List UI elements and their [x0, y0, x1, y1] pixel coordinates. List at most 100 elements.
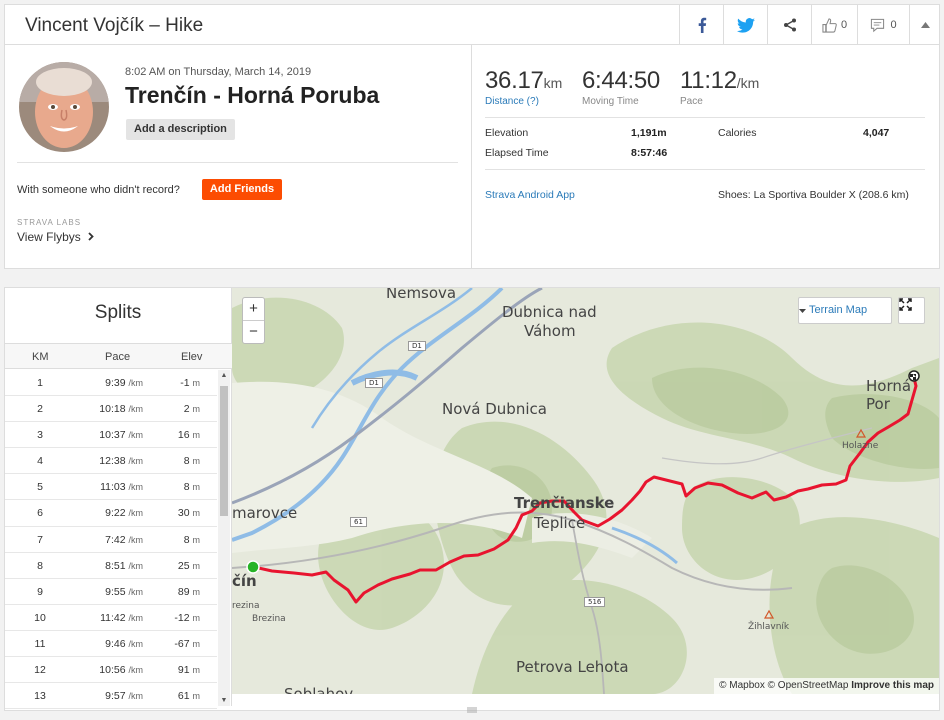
facebook-share-button[interactable] — [679, 5, 723, 45]
table-row[interactable]: 4 12:38 /km 8 m — [5, 448, 217, 475]
add-friends-button[interactable]: Add Friends — [202, 179, 282, 200]
device-app-link[interactable]: Strava Android App — [485, 189, 575, 201]
split-elev: 8 m — [183, 455, 200, 468]
elevation-value: 1,191m — [631, 127, 667, 139]
zoom-out-button[interactable]: − — [243, 321, 264, 344]
caret-down-icon — [799, 309, 806, 313]
twitter-share-button[interactable] — [723, 5, 767, 45]
title-bar: Vincent Vojčík – Hike 0 0 — [5, 5, 939, 45]
split-km: 2 — [37, 403, 43, 416]
split-pace: 11:42 /km — [100, 611, 143, 624]
map-style-label: Terrain Map — [809, 304, 868, 316]
table-row[interactable]: 12 10:56 /km 91 m — [5, 657, 217, 684]
distance-label[interactable]: Distance (?) — [485, 96, 562, 107]
split-elev: 8 m — [183, 481, 200, 494]
kudos-button[interactable]: 0 — [811, 5, 857, 45]
distance-unit: km — [543, 75, 563, 91]
table-row[interactable]: 9 9:55 /km 89 m — [5, 579, 217, 605]
distance-stat: 36.17km Distance (?) — [485, 67, 562, 107]
header-pace: Pace — [105, 351, 131, 363]
table-row[interactable]: 3 10:37 /km 16 m — [5, 422, 217, 449]
table-row[interactable]: 6 9:22 /km 30 m — [5, 500, 217, 527]
road-shield: D1 — [365, 378, 383, 388]
map-label: Brezina — [252, 614, 286, 624]
pace-value: 11:12 — [680, 67, 737, 94]
map-label: Nová Dubnica — [442, 400, 547, 418]
view-flybys-link[interactable]: View Flybys — [17, 230, 94, 244]
splits-map-panel: Splits KM Pace Elev 1 9:39 /km -1 m 2 10:18 … — [4, 287, 940, 711]
split-pace: 8:51 /km — [105, 559, 143, 572]
split-elev: -12 m — [174, 611, 200, 624]
divider — [485, 117, 925, 118]
splits-title: Splits — [94, 302, 142, 323]
map-label: Holazne — [842, 441, 879, 451]
split-pace: 9:55 /km — [105, 585, 143, 598]
split-elev: 61 m — [177, 690, 200, 703]
avatar[interactable] — [19, 62, 109, 152]
splits-table-body: 1 9:39 /km -1 m 2 10:18 /km 2 m 3 10:37 /km 16 m… — [5, 370, 217, 710]
split-km: 11 — [34, 637, 46, 650]
pace-label: Pace — [680, 96, 703, 107]
split-pace: 9:22 /km — [105, 507, 143, 520]
map-label: Žihlavník — [748, 622, 790, 632]
header-elev: Elev — [181, 351, 203, 363]
split-elev: 16 m — [177, 429, 200, 442]
table-row[interactable]: 11 9:46 /km -67 m — [5, 631, 217, 658]
split-km: 12 — [34, 664, 46, 677]
mapbox-attribution[interactable]: © Mapbox — [719, 680, 765, 691]
avatar-image — [19, 62, 109, 152]
pace-stat: 11:12/km Pace — [680, 67, 759, 107]
split-km: 10 — [34, 611, 46, 624]
table-row[interactable]: 8 8:51 /km 25 m — [5, 553, 217, 579]
facebook-icon — [698, 17, 706, 33]
activity-stats: 36.17km Distance (?) 6:44:50 Moving Time… — [473, 45, 939, 269]
split-elev: -67 m — [174, 637, 200, 650]
map-label: Petrova Lehota — [516, 658, 629, 676]
table-row[interactable]: 2 10:18 /km 2 m — [5, 396, 217, 423]
map-label: Teplice — [534, 514, 586, 532]
road-shield: 516 — [584, 597, 606, 607]
table-row[interactable]: 5 11:03 /km 8 m — [5, 474, 217, 501]
activity-details: 8:02 AM on Thursday, March 14, 2019 Tren… — [5, 45, 472, 269]
zoom-in-button[interactable]: + — [243, 298, 264, 321]
split-km: 9 — [37, 585, 43, 598]
split-km: 4 — [37, 455, 43, 468]
scroll-down-icon[interactable]: ▼ — [220, 697, 228, 704]
moving-time-stat: 6:44:50 Moving Time — [582, 67, 660, 107]
map-label: rezina — [232, 601, 260, 611]
map-style-dropdown[interactable]: Terrain Map — [798, 297, 892, 324]
split-elev: -1 m — [180, 377, 200, 389]
split-elev: 89 m — [177, 585, 200, 598]
kudos-count: 0 — [840, 19, 848, 31]
with-someone-text: With someone who didn't record? — [17, 184, 180, 196]
elapsed-time-value: 8:57:46 — [631, 147, 668, 159]
split-elev: 8 m — [183, 533, 200, 546]
moving-time-value: 6:44:50 — [582, 67, 660, 94]
zoom-control: + − — [242, 297, 265, 344]
splits-scrollbar[interactable]: ▲ ▼ — [218, 370, 230, 706]
collapse-button[interactable] — [909, 5, 941, 45]
fullscreen-button[interactable] — [898, 297, 925, 324]
chevron-right-icon — [88, 232, 94, 241]
improve-map-link[interactable]: Improve this map — [851, 680, 934, 691]
osm-attribution[interactable]: © OpenStreetMap — [768, 680, 849, 691]
split-km: 6 — [37, 507, 43, 520]
view-flybys-label: View Flybys — [17, 230, 81, 244]
road-shield: 61 — [350, 517, 367, 527]
scrollbar-thumb[interactable] — [220, 386, 228, 516]
activity-header-card: Vincent Vojčík – Hike 0 0 8:02 AM on Thu… — [4, 4, 940, 269]
comments-button[interactable]: 0 — [857, 5, 909, 45]
share-button[interactable] — [767, 5, 811, 45]
divider — [17, 162, 458, 163]
resize-grip[interactable] — [0, 705, 944, 720]
table-row[interactable]: 7 7:42 /km 8 m — [5, 527, 217, 553]
scroll-up-icon[interactable]: ▲ — [220, 372, 228, 379]
route-map[interactable]: Nemsova Dubnica nad Váhom Nová Dubnica T… — [232, 288, 939, 694]
activity-datetime: 8:02 AM on Thursday, March 14, 2019 — [125, 66, 312, 78]
table-row[interactable]: 10 11:42 /km -12 m — [5, 605, 217, 631]
split-km: 1 — [37, 377, 43, 389]
table-row[interactable]: 1 9:39 /km -1 m — [5, 370, 217, 397]
split-pace: 11:03 /km — [100, 481, 143, 494]
add-description-button[interactable]: Add a description — [126, 119, 235, 140]
split-pace: 7:42 /km — [105, 533, 143, 546]
